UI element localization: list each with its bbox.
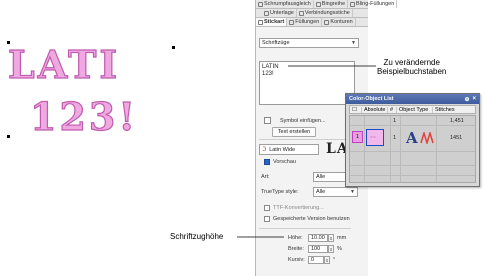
screen: LATI 123! Schrumpfausgleich Bingreihe Bl… (0, 0, 485, 276)
callout-leaders (237, 65, 376, 238)
callout-height: Schriftzughöhe (170, 232, 224, 241)
